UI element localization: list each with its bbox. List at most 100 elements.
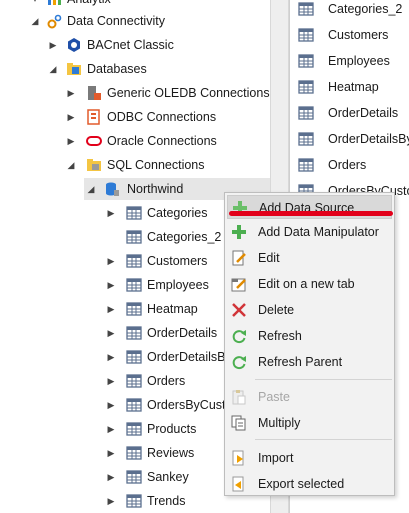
paste-icon	[231, 389, 247, 405]
menu-item-label: Refresh	[258, 329, 302, 343]
menu-item-paste[interactable]: Paste	[227, 385, 392, 409]
tree-item-label: Oracle Connections	[107, 134, 217, 148]
menu-item-label: Multiply	[258, 416, 301, 430]
collapse-toggle[interactable]: ◢	[48, 58, 58, 80]
tree-item-bacnet-classic[interactable]: ▶ BACnet Classic	[0, 34, 270, 56]
expand-toggle[interactable]: ▶	[106, 394, 116, 416]
tree-item-label: Employees	[147, 278, 209, 292]
menu-item-refresh[interactable]: Refresh	[227, 324, 392, 348]
menu-item-label: Export selected	[258, 477, 345, 491]
tree-item-odbc[interactable]: ▶ ODBC Connections	[0, 106, 270, 128]
tree-item-label: Categories_2	[147, 230, 222, 244]
list-item-label: Employees	[328, 54, 390, 68]
table-icon	[126, 205, 142, 221]
table-icon	[298, 1, 314, 17]
menu-item-edit[interactable]: Edit	[227, 246, 392, 270]
delete-icon	[231, 302, 247, 318]
menu-item-delete[interactable]: Delete	[227, 298, 392, 322]
menu-item-export-selected[interactable]: Export selected	[227, 472, 392, 496]
tree-item-sql-connections[interactable]: ◢ SQL Connections	[0, 154, 270, 176]
tree-item-label: Categories	[147, 206, 208, 220]
tree-item-oracle[interactable]: ▶ Oracle Connections	[0, 130, 270, 152]
tree-item-label: BACnet Classic	[87, 38, 174, 52]
tree-item-label: OrderDetails	[147, 326, 218, 340]
gear-icon	[46, 13, 62, 29]
table-icon	[298, 105, 314, 121]
list-item-label: Heatmap	[328, 80, 379, 94]
table-icon	[126, 325, 142, 341]
tree-item-label: Northwind	[127, 182, 184, 196]
odbc-icon	[86, 109, 102, 125]
tree-item-label: Sankey	[147, 470, 189, 484]
tree-item-label: Databases	[87, 62, 147, 76]
table-icon	[126, 469, 142, 485]
expand-toggle[interactable]: ▾	[30, 0, 40, 10]
menu-item-label: Add Data Source	[259, 201, 355, 215]
multiply-icon	[231, 415, 247, 431]
expand-toggle[interactable]: ▶	[66, 82, 76, 104]
tree-item-label: Generic OLEDB Connections	[107, 86, 270, 100]
tree-item-generic-oledb[interactable]: ▶ Generic OLEDB Connections	[0, 82, 270, 104]
tree-item-label: Analytix	[67, 0, 111, 10]
table-icon	[298, 27, 314, 43]
expand-toggle[interactable]: ▶	[106, 298, 116, 320]
menu-item-refresh-parent[interactable]: Refresh Parent	[227, 350, 392, 374]
table-icon	[126, 445, 142, 461]
menu-item-label: Refresh Parent	[258, 355, 343, 369]
menu-item-label: Add Data Manipulator	[258, 225, 379, 239]
expand-toggle[interactable]: ▶	[106, 370, 116, 392]
table-icon	[126, 349, 142, 365]
refresh-icon	[231, 354, 247, 370]
edit-new-tab-icon	[231, 276, 247, 292]
tree-item-label: Products	[147, 422, 197, 436]
tree-item-label: Trends	[147, 494, 186, 508]
menu-item-label: Delete	[258, 303, 295, 317]
menu-separator	[255, 439, 392, 440]
bacnet-icon	[66, 37, 82, 53]
collapse-toggle[interactable]: ◢	[30, 10, 40, 32]
tree-item-databases[interactable]: ◢ Databases	[0, 58, 270, 80]
list-item-label: Orders	[328, 158, 367, 172]
menu-item-label: Import	[258, 451, 294, 465]
tree-item-label: Orders	[147, 374, 186, 388]
expand-toggle[interactable]: ▶	[106, 202, 116, 224]
table-icon	[126, 253, 142, 269]
collapse-toggle[interactable]: ◢	[66, 154, 76, 176]
menu-item-label: Edit on a new tab	[258, 277, 355, 291]
oracle-icon	[86, 133, 102, 149]
expand-toggle[interactable]: ▶	[106, 346, 116, 368]
refresh-icon	[231, 328, 247, 344]
sql-folder-icon	[86, 157, 102, 173]
table-icon	[298, 79, 314, 95]
menu-item-import[interactable]: Import	[227, 446, 392, 470]
collapse-toggle[interactable]: ◢	[86, 178, 96, 200]
table-icon	[298, 53, 314, 69]
tree-item-data-connectivity[interactable]: ◢ Data Connectivity	[0, 10, 270, 32]
databases-icon	[66, 61, 82, 77]
tree-item-label: Data Connectivity	[67, 14, 165, 28]
expand-toggle[interactable]: ▶	[106, 418, 116, 440]
expand-toggle[interactable]: ▶	[106, 442, 116, 464]
expand-toggle[interactable]: ▶	[66, 106, 76, 128]
table-icon	[126, 373, 142, 389]
table-icon	[126, 493, 142, 509]
annotation-underline	[229, 211, 393, 216]
menu-item-add-data-manipulator[interactable]: Add Data Manipulator	[227, 220, 392, 244]
edit-icon	[231, 250, 247, 266]
table-icon	[126, 301, 142, 317]
analytix-icon	[46, 0, 62, 7]
tree-item-analytix[interactable]: ▾ Analytix	[0, 0, 270, 10]
table-icon	[298, 157, 314, 173]
expand-toggle[interactable]: ▶	[48, 34, 58, 56]
tree-item-label: Reviews	[147, 446, 195, 460]
expand-toggle[interactable]: ▶	[66, 130, 76, 152]
expand-toggle[interactable]: ▶	[106, 250, 116, 272]
menu-item-edit-new-tab[interactable]: Edit on a new tab	[227, 272, 392, 296]
export-icon	[231, 476, 247, 492]
expand-toggle[interactable]: ▶	[106, 274, 116, 296]
expand-toggle[interactable]: ▶	[106, 490, 116, 512]
expand-toggle[interactable]: ▶	[106, 322, 116, 344]
table-icon	[298, 131, 314, 147]
expand-toggle[interactable]: ▶	[106, 466, 116, 488]
menu-item-multiply[interactable]: Multiply	[227, 411, 392, 435]
